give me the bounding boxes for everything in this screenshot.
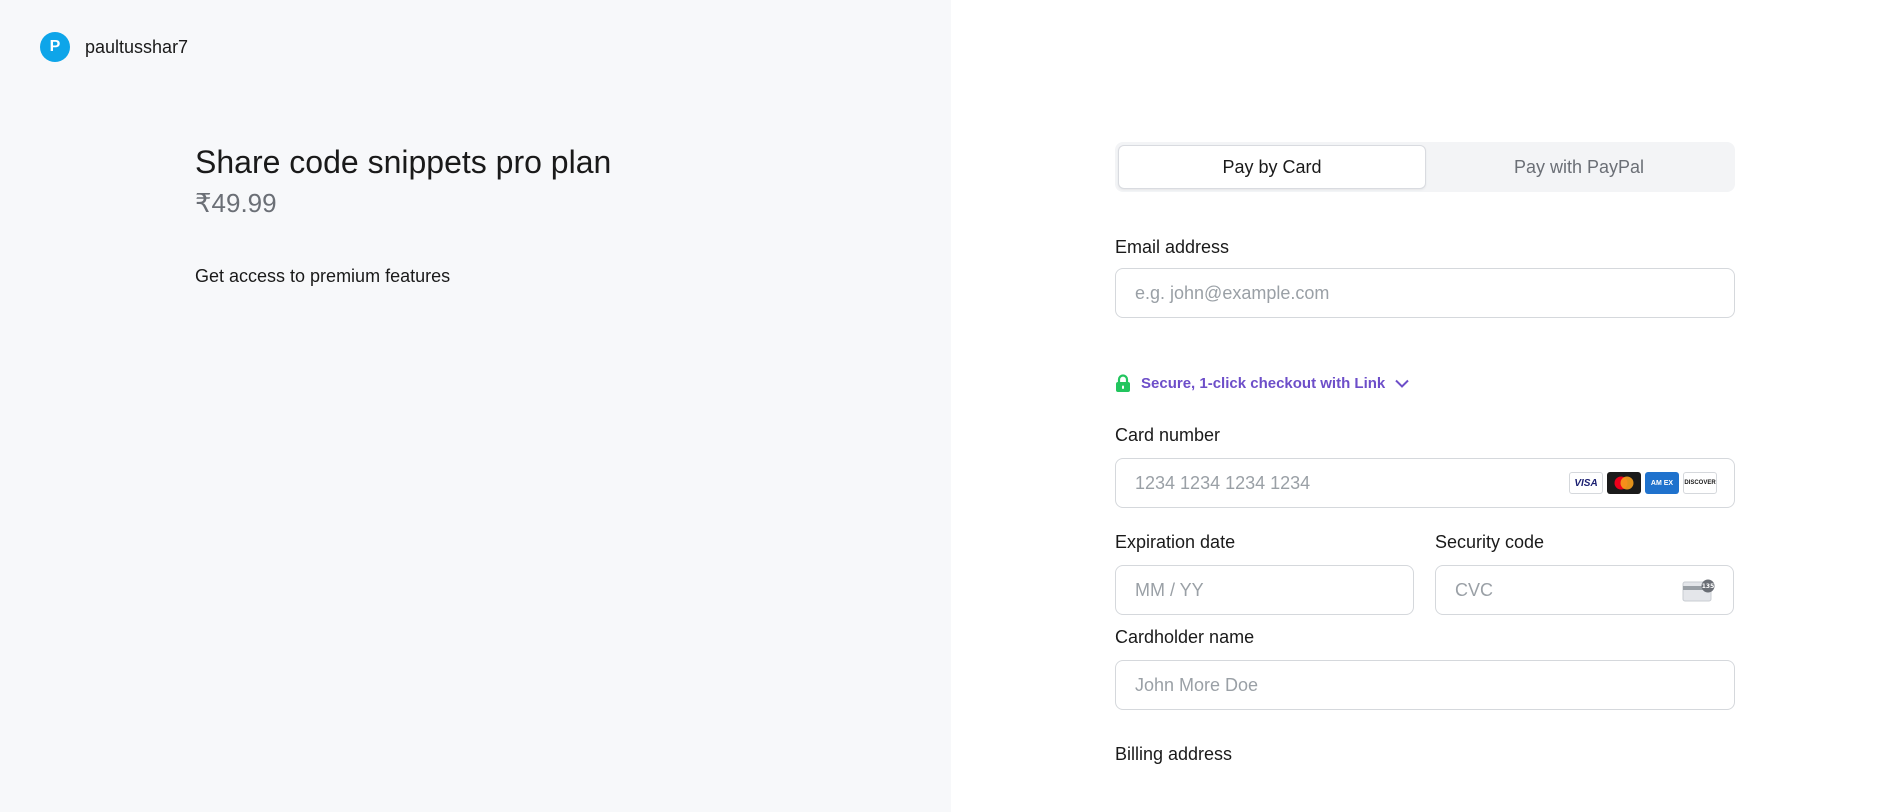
cvc-card-icon: 135	[1682, 579, 1716, 608]
visa-icon: VISA	[1569, 472, 1603, 494]
cvc-wrap: 135	[1435, 565, 1734, 615]
card-number-label: Card number	[1115, 425, 1221, 445]
payment-panel: Pay by Card Pay with PayPal Email addres…	[951, 0, 1886, 812]
payment-method-tabs: Pay by Card Pay with PayPal	[1115, 142, 1735, 192]
expiry-cvc-row: Expiration date Security code 135	[1115, 532, 1735, 615]
chevron-down-icon	[1395, 379, 1409, 388]
tab-pay-by-card[interactable]: Pay by Card	[1118, 145, 1426, 189]
merchant-header[interactable]: P paultusshar7	[40, 32, 188, 62]
link-checkout-text: Secure, 1-click checkout with Link	[1141, 375, 1386, 392]
cardholder-name-input[interactable]	[1115, 660, 1735, 710]
lock-icon	[1115, 374, 1131, 393]
product-price: ₹49.99	[195, 188, 277, 218]
order-summary-panel: P paultusshar7 Share code snippets pro p…	[0, 0, 951, 812]
link-checkout-toggle[interactable]: Secure, 1-click checkout with Link	[1115, 374, 1735, 393]
mastercard-icon	[1607, 472, 1641, 494]
product-info: Share code snippets pro plan ₹49.99 Get …	[195, 142, 611, 287]
amex-icon: AM EX	[1645, 472, 1679, 494]
tab-pay-with-paypal[interactable]: Pay with PayPal	[1426, 145, 1732, 189]
email-label: Email address	[1115, 237, 1230, 257]
security-code-label: Security code	[1435, 532, 1545, 552]
expiration-field: Expiration date	[1115, 532, 1414, 615]
expiration-input[interactable]	[1115, 565, 1414, 615]
merchant-name: paultusshar7	[85, 36, 189, 57]
billing-address-label: Billing address	[1115, 744, 1233, 764]
cvc-icon-text: 135	[1702, 583, 1715, 590]
payment-form: Pay by Card Pay with PayPal Email addres…	[1115, 142, 1735, 765]
product-description: Get access to premium features	[195, 266, 451, 286]
expiration-label: Expiration date	[1115, 532, 1236, 552]
merchant-avatar: P	[40, 32, 70, 62]
security-code-field: Security code 135	[1435, 532, 1734, 615]
card-number-field: VISA AM EX DISCOVER	[1115, 458, 1735, 508]
email-input[interactable]	[1115, 268, 1735, 318]
discover-icon: DISCOVER	[1683, 472, 1717, 494]
checkout-page: P paultusshar7 Share code snippets pro p…	[0, 0, 1886, 812]
product-title: Share code snippets pro plan	[195, 144, 612, 180]
card-brands: VISA AM EX DISCOVER	[1569, 472, 1717, 494]
cardholder-name-label: Cardholder name	[1115, 627, 1255, 647]
